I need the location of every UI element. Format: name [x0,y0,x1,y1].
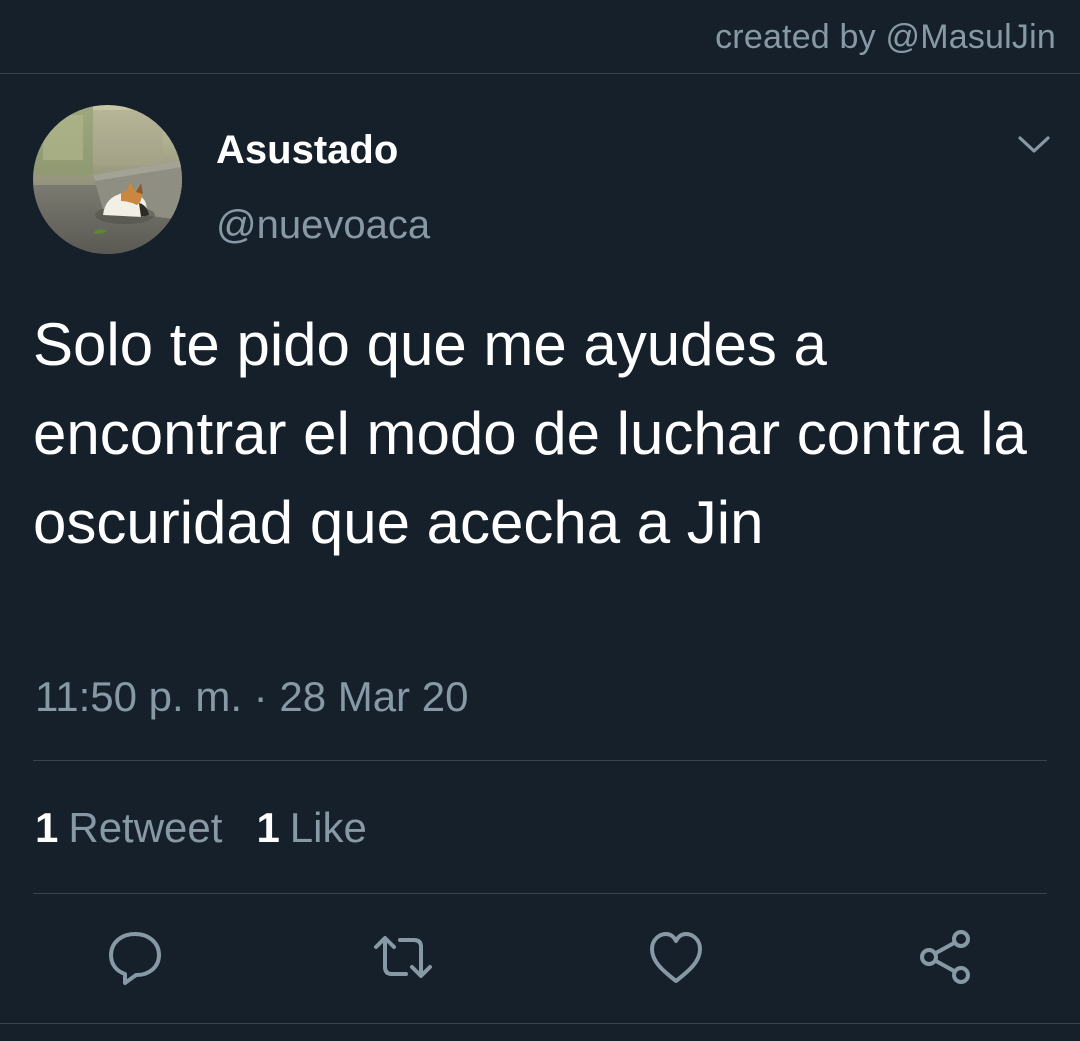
heart-icon [650,932,702,983]
share-icon [920,930,970,984]
user-handle[interactable]: @nuevoaca [216,203,430,248]
likes-stat[interactable]: 1 Like [256,804,366,852]
credit-text: created by @MasulJin [715,18,1056,56]
share-button[interactable] [913,925,977,989]
chevron-down-icon[interactable] [1014,130,1054,160]
retweets-count: 1 [35,804,59,851]
reply-button[interactable] [103,925,167,989]
tweet-timestamp[interactable]: 11:50 p. m. · 28 Mar 20 [35,673,468,721]
like-button[interactable] [644,925,708,989]
display-name[interactable]: Asustado [216,128,398,173]
avatar-image [33,105,182,254]
reply-icon [109,932,161,985]
retweets-label: Retweet [68,804,223,851]
retweet-button[interactable] [371,925,435,989]
tweet-stats: 1 Retweet 1 Like [35,804,367,852]
tweet-text: Solo te pido que me ayudes a encontrar e… [33,311,1027,556]
likes-label: Like [289,804,367,851]
avatar[interactable] [33,105,182,254]
top-bar: created by @MasulJin [0,0,1080,74]
likes-count: 1 [256,804,280,851]
divider [33,760,1047,761]
retweets-stat[interactable]: 1 Retweet [35,804,222,852]
retweet-icon [374,936,432,978]
divider [0,1023,1080,1024]
action-bar [0,925,1080,995]
divider [33,893,1047,894]
